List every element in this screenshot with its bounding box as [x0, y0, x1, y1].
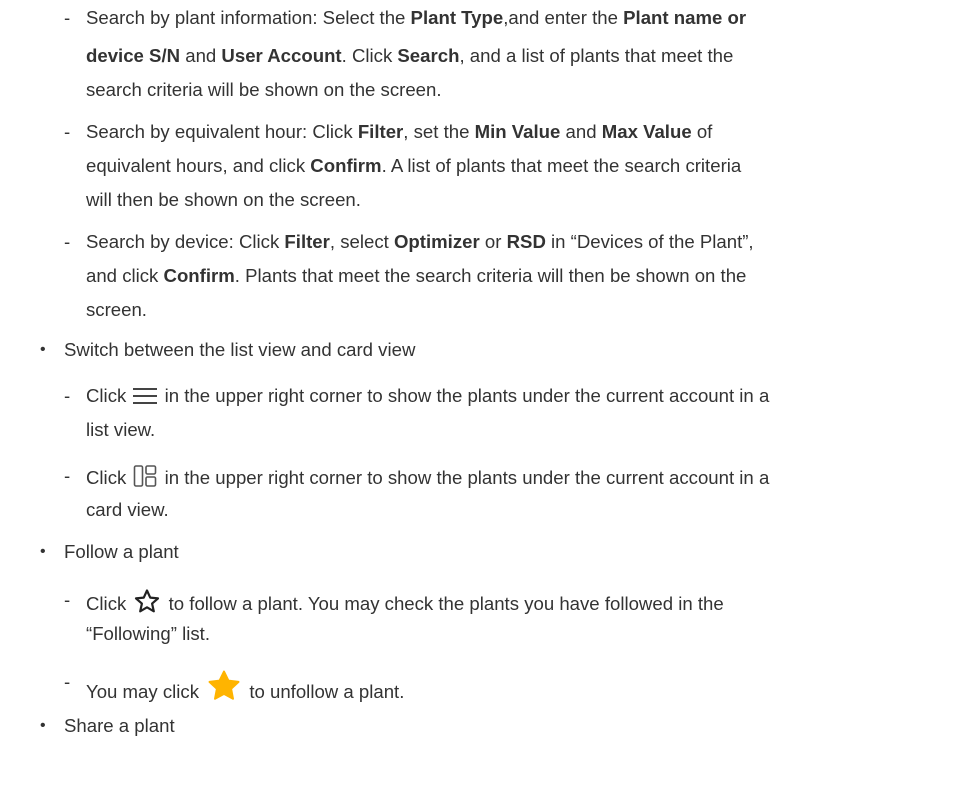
- text: card view.: [86, 499, 169, 520]
- list-view-icon: [133, 386, 158, 412]
- text: . Click: [341, 45, 398, 66]
- follow-line-1: Click to follow a plant. You may check t…: [86, 588, 724, 620]
- text: Click: [86, 467, 132, 488]
- text: equivalent hours, and click: [86, 155, 311, 176]
- search-by-device-line-1: Search by device: Click Filter, select O…: [86, 230, 754, 254]
- bold-term: Plant Type: [410, 7, 504, 28]
- text: of: [691, 121, 713, 142]
- dash-marker: -: [64, 671, 71, 692]
- search-by-hour-line-1: Search by equivalent hour: Click Filter,…: [86, 120, 712, 144]
- text: , select: [329, 231, 394, 252]
- text: Search by plant information: Select the: [86, 7, 411, 28]
- text: list view.: [86, 419, 156, 440]
- bold-term: RSD: [506, 231, 546, 252]
- text: search criteria will be shown on the scr…: [86, 79, 442, 100]
- card-view-line-1: Click in the upper right corner to show …: [86, 464, 769, 494]
- dash-marker: -: [64, 385, 71, 406]
- bold-term: Min Value: [474, 121, 561, 142]
- text: and: [180, 45, 222, 66]
- text: Click: [86, 593, 132, 614]
- search-by-device-line-3: screen.: [86, 298, 147, 322]
- bullet-switch-view: Switch between the list view and card vi…: [64, 339, 416, 360]
- text: ,and enter the: [503, 7, 624, 28]
- dash-marker: -: [64, 589, 71, 610]
- text: . A list of plants that meet the search …: [381, 155, 742, 176]
- bullet-share: Share a plant: [64, 715, 175, 736]
- text: and click: [86, 265, 164, 286]
- bullet-marker: •: [40, 341, 46, 358]
- list-view-line-2: list view.: [86, 418, 155, 442]
- search-by-hour-line-3: will then be shown on the screen.: [86, 188, 361, 212]
- bold-term: Filter: [284, 231, 330, 252]
- text: to follow a plant. You may check the pla…: [163, 593, 724, 614]
- star-outline-icon: [133, 588, 161, 620]
- bold-term: Optimizer: [393, 231, 480, 252]
- bold-term: User Account: [221, 45, 342, 66]
- list-view-line-1: Click in the upper right corner to show …: [86, 384, 769, 412]
- text: or: [479, 231, 507, 252]
- unfollow-line: You may click to unfollow a plant.: [86, 670, 404, 708]
- text: , set the: [403, 121, 475, 142]
- bold-term: Plant name or: [623, 7, 747, 28]
- search-by-plant-info-line-1: Search by plant information: Select the …: [86, 6, 746, 30]
- text: and: [560, 121, 602, 142]
- card-view-line-2: card view.: [86, 498, 169, 522]
- text: , and a list of plants that meet the: [459, 45, 734, 66]
- search-by-plant-info-line-2: device S/N and User Account. Click Searc…: [86, 44, 733, 68]
- search-by-device-line-2: and click Confirm. Plants that meet the …: [86, 264, 746, 288]
- dash-marker: -: [64, 7, 71, 28]
- text: will then be shown on the screen.: [86, 189, 361, 210]
- search-by-hour-line-2: equivalent hours, and click Confirm. A l…: [86, 154, 741, 178]
- bold-term: Max Value: [601, 121, 692, 142]
- text: . Plants that meet the search criteria w…: [234, 265, 747, 286]
- search-by-plant-info-line-3: search criteria will be shown on the scr…: [86, 78, 442, 102]
- bold-term: device S/N: [86, 45, 181, 66]
- text: in the upper right corner to show the pl…: [159, 467, 770, 488]
- bold-term: Confirm: [163, 265, 235, 286]
- card-view-icon: [133, 464, 157, 494]
- dash-marker: -: [64, 465, 71, 486]
- text: Search by device: Click: [86, 231, 285, 252]
- text: “Following” list.: [86, 623, 210, 644]
- dash-marker: -: [64, 121, 71, 142]
- text: You may click: [86, 681, 205, 702]
- dash-marker: -: [64, 231, 71, 252]
- text: to unfollow a plant.: [244, 681, 405, 702]
- bullet-marker: •: [40, 543, 46, 560]
- text: in the upper right corner to show the pl…: [159, 385, 770, 406]
- bold-term: Confirm: [310, 155, 382, 176]
- bold-term: Filter: [357, 121, 404, 142]
- follow-line-2: “Following” list.: [86, 622, 210, 646]
- star-filled-icon: [206, 670, 242, 708]
- text: Click: [86, 385, 132, 406]
- text: screen.: [86, 299, 147, 320]
- bold-term: Search: [397, 45, 460, 66]
- bullet-follow: Follow a plant: [64, 541, 179, 562]
- text: Search by equivalent hour: Click: [86, 121, 358, 142]
- text: in “Devices of the Plant”,: [545, 231, 754, 252]
- bullet-marker: •: [40, 717, 46, 734]
